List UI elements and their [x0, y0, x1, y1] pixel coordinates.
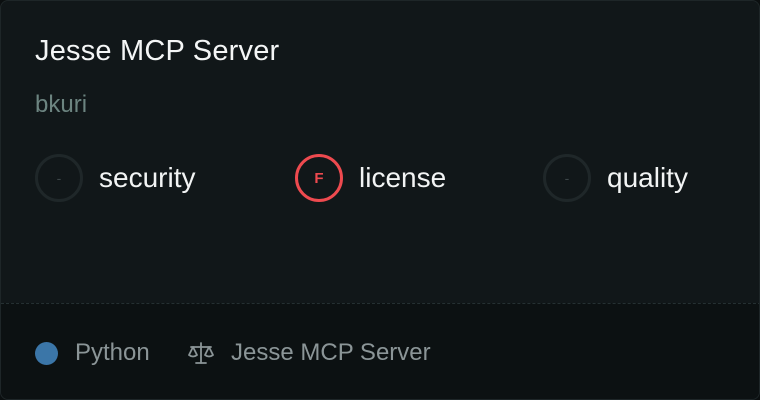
- server-title[interactable]: Jesse MCP Server: [35, 35, 279, 68]
- license-label: license: [359, 162, 447, 193]
- language-color-dot: [35, 342, 58, 365]
- scale-icon: [188, 342, 214, 364]
- language-label: Python: [75, 339, 150, 366]
- metric-security[interactable]: - security: [35, 154, 195, 202]
- security-grade-badge: -: [35, 154, 83, 202]
- quality-label: quality: [607, 162, 688, 193]
- security-label: security: [99, 162, 196, 193]
- card-footer: Python Jesse MCP Server: [1, 303, 759, 399]
- author-name[interactable]: bkuri: [35, 91, 87, 119]
- quality-grade-badge: -: [543, 154, 591, 202]
- metric-license[interactable]: F license: [295, 154, 446, 202]
- metric-quality[interactable]: - quality: [543, 154, 688, 202]
- license-name: Jesse MCP Server: [231, 339, 431, 366]
- license-grade-badge: F: [295, 154, 343, 202]
- server-card[interactable]: Jesse MCP Server bkuri - security F lice…: [0, 0, 760, 400]
